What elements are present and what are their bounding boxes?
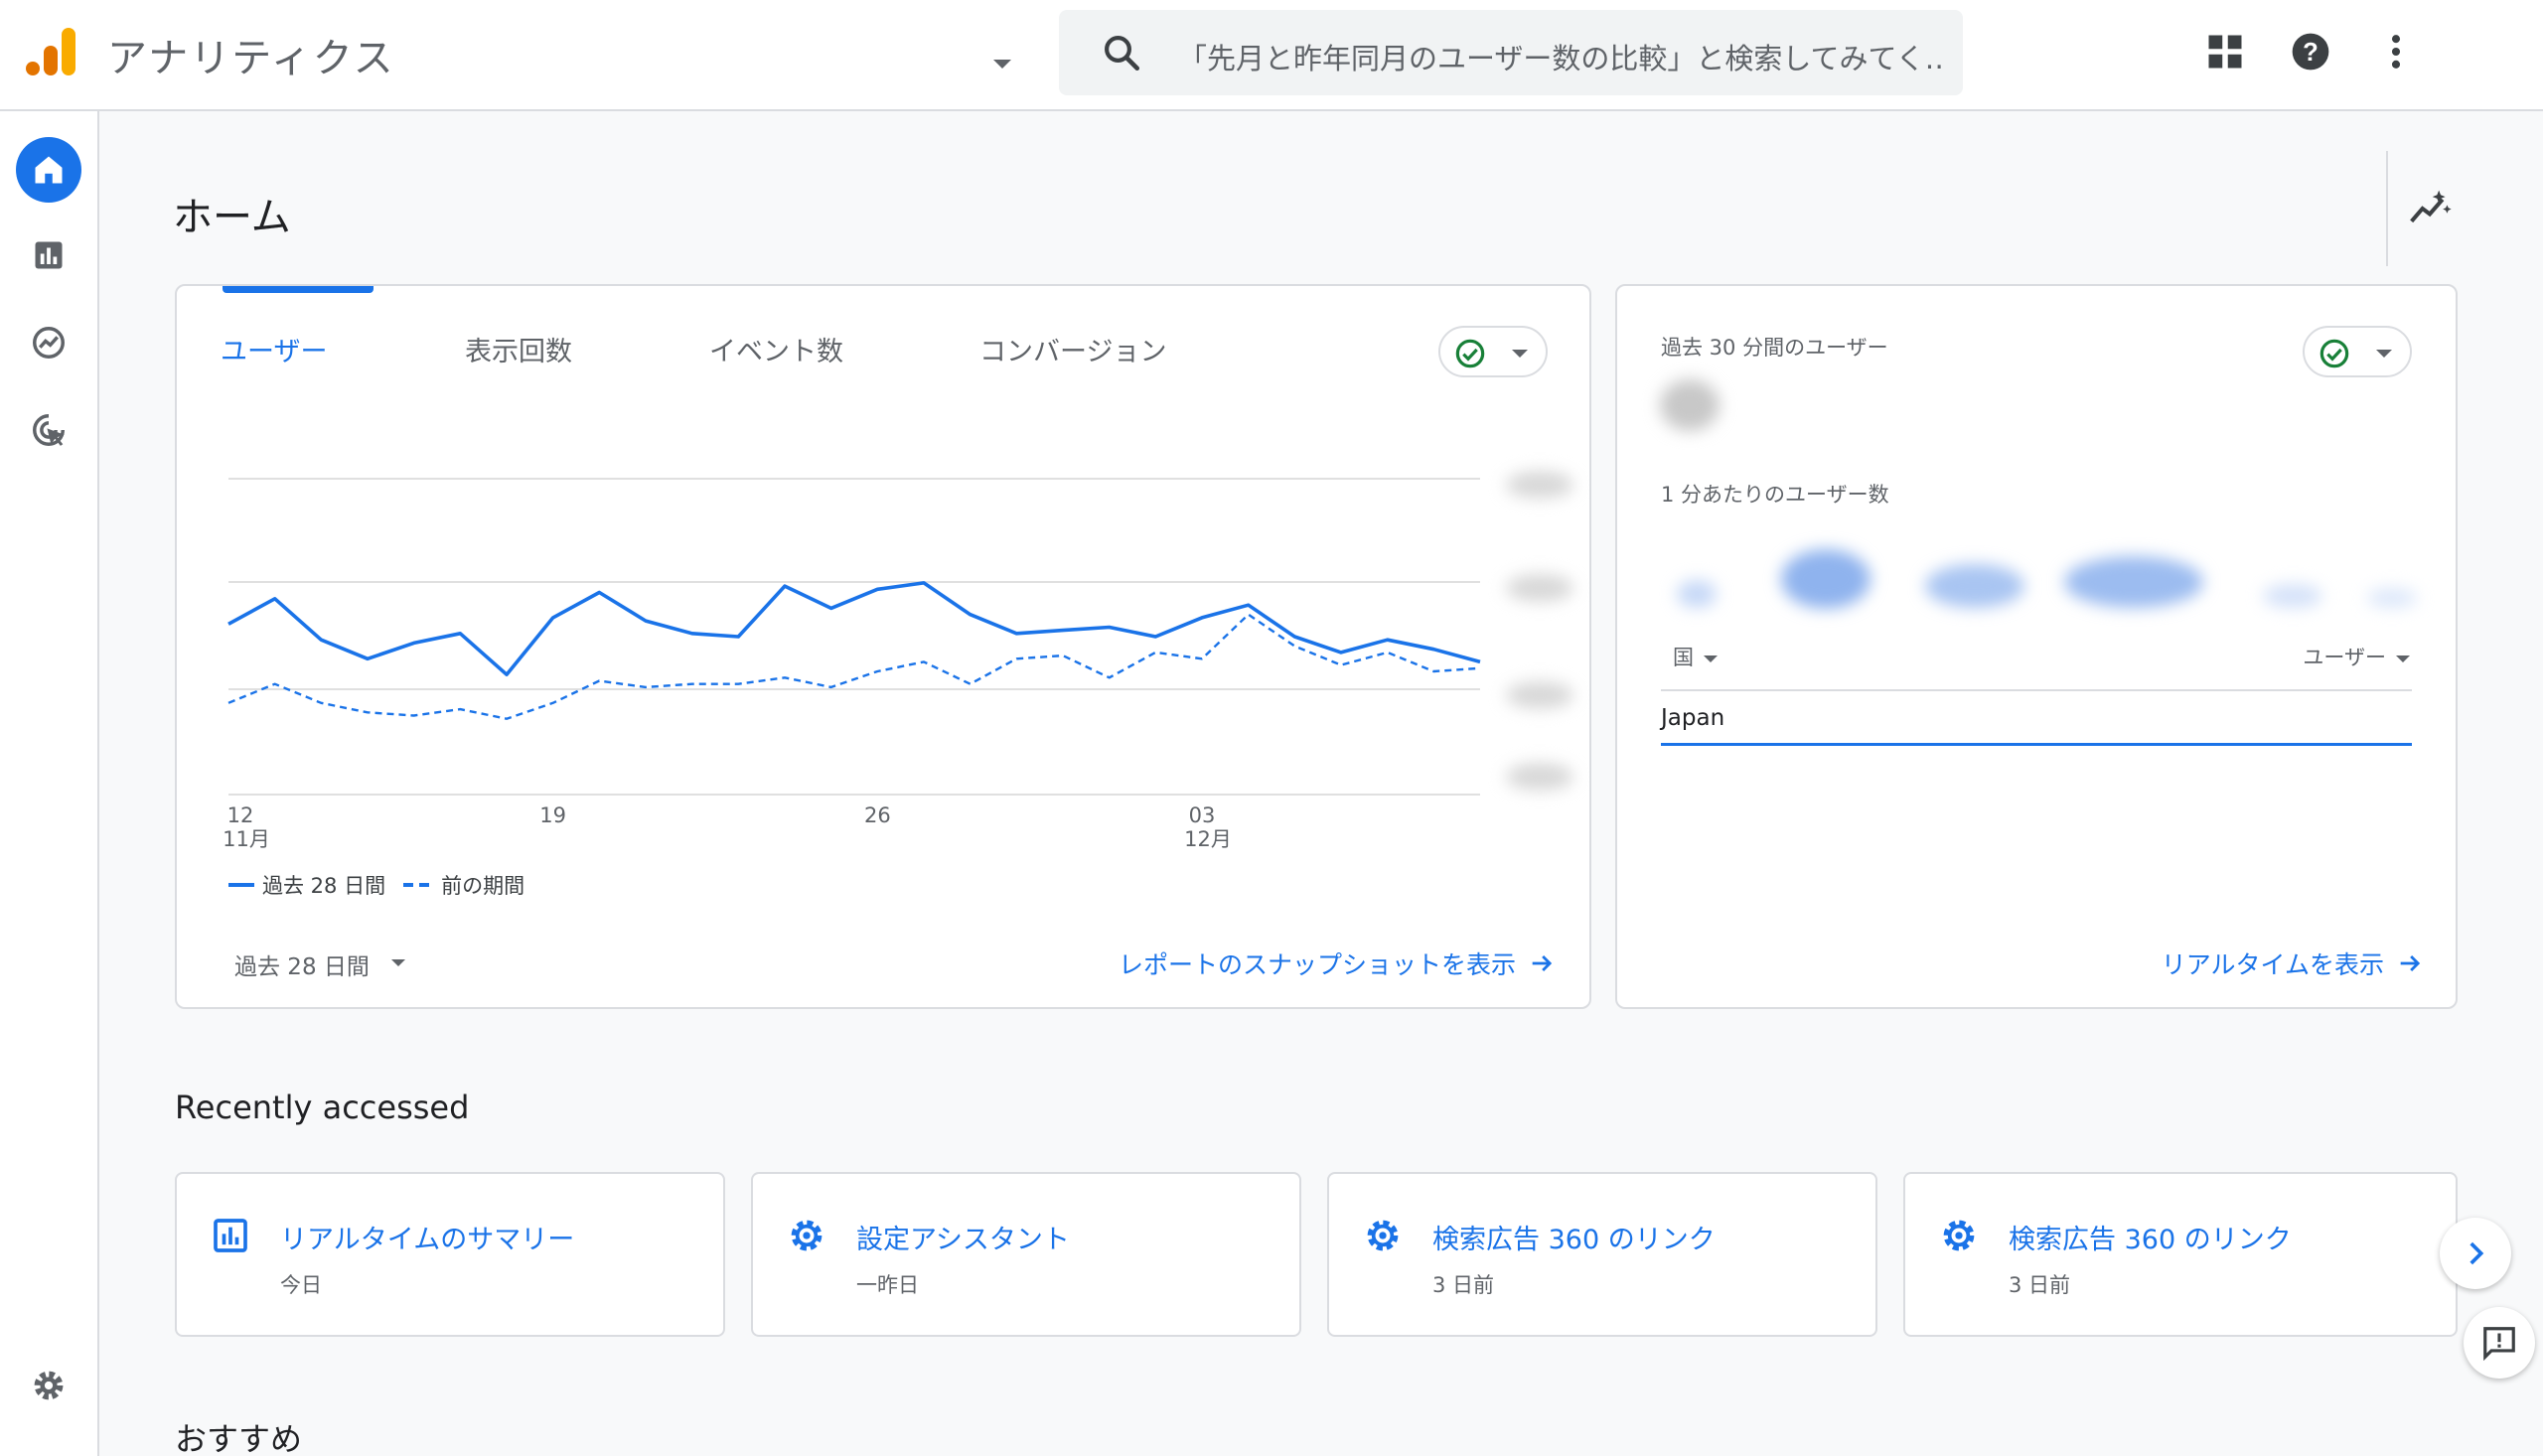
realtime-users-label: 過去 30 分間のユーザー	[1661, 336, 1888, 360]
recent-item-title: 検索広告 360 のリンク	[2009, 1225, 2292, 1255]
y-tick-label-obscured	[1506, 574, 1573, 602]
view-realtime-label: リアルタイムを表示	[2161, 950, 2384, 979]
help-icon[interactable]: ?	[2289, 30, 2332, 73]
x-tick-month-label: 11月	[223, 827, 270, 851]
per-minute-bars-obscured	[1677, 549, 2417, 609]
view-snapshot-link[interactable]: レポートのスナップショットを表示	[1119, 946, 1556, 981]
y-tick-label-obscured	[1506, 681, 1573, 709]
top-bar: アナリティクス 「先月と昨年同月のユーザー数の比較」と検索してみてく… ?	[0, 0, 2543, 111]
view-realtime-link[interactable]: リアルタイムを表示	[2162, 946, 2424, 981]
nav-home[interactable]	[16, 137, 81, 203]
recent-item-sa360-link[interactable]: 検索広告 360 のリンク 3 日前	[1327, 1172, 1877, 1337]
apps-grid-icon[interactable]	[2203, 30, 2247, 73]
analytics-logo[interactable]	[24, 24, 79, 79]
users-column-header[interactable]: ユーザー	[2303, 642, 2410, 671]
realtime-comparison-toggle[interactable]	[2303, 326, 2412, 377]
svg-text:?: ?	[2303, 39, 2319, 67]
recommended-section-title: おすすめ	[175, 1420, 303, 1456]
legend-dashed-swatch	[403, 883, 434, 887]
recent-item-time: 3 日前	[2009, 1273, 2071, 1297]
arrow-right-icon	[1532, 955, 1553, 971]
nav-admin-settings[interactable]	[16, 1353, 81, 1418]
users-column-label: ユーザー	[2303, 646, 2386, 669]
chevron-down-icon	[2376, 350, 2392, 358]
realtime-count-obscured	[1660, 379, 1720, 431]
search-bar[interactable]: 「先月と昨年同月のユーザー数の比較」と検索してみてく…	[1059, 10, 1963, 95]
country-column-label: 国	[1673, 646, 1694, 669]
country-column-header[interactable]: 国	[1673, 642, 1718, 671]
series-line-previous	[227, 613, 1481, 720]
caret-down-icon	[1704, 655, 1718, 662]
nav-advertising[interactable]	[16, 397, 81, 463]
recent-section-title: Recently accessed	[175, 1089, 470, 1126]
chart-legend: 過去 28 日間 前の期間	[228, 870, 524, 900]
page-title: ホーム	[173, 195, 291, 240]
gear-icon	[1943, 1220, 1975, 1251]
arrow-right-icon	[2400, 955, 2421, 971]
y-tick-label-obscured	[1506, 471, 1573, 499]
series-line-current	[227, 581, 1481, 677]
x-tick-label: 19	[539, 803, 566, 827]
x-tick-month-label: 12月	[1184, 827, 1232, 851]
next-carousel-button[interactable]	[2440, 1218, 2511, 1289]
legend-solid-swatch	[228, 883, 254, 887]
legend-previous-label: 前の期間	[441, 874, 525, 898]
users-line-chart: 1211月 19 26 0312月	[223, 471, 1573, 851]
y-tick-label-obscured	[1506, 763, 1573, 791]
feedback-icon	[2483, 1327, 2515, 1362]
x-tick-label: 12	[227, 803, 254, 827]
bar-chart-icon	[35, 241, 63, 269]
legend-current-label: 過去 28 日間	[262, 874, 386, 898]
bar-chart-icon	[214, 1219, 247, 1252]
cursor-target-icon	[33, 414, 65, 446]
row-value-bar	[1661, 743, 2412, 746]
table-row-country: Japan	[1661, 705, 1725, 731]
nav-reports[interactable]	[16, 222, 81, 288]
recent-item-title: 設定アシスタント	[856, 1225, 1070, 1255]
caret-down-icon	[2396, 655, 2410, 662]
per-minute-label: 1 分あたりのユーザー数	[1661, 483, 1889, 507]
gear-icon	[791, 1220, 823, 1251]
header-divider	[2386, 151, 2388, 266]
recent-item-time: 今日	[280, 1273, 322, 1297]
chevron-right-icon	[2469, 1241, 2484, 1265]
recent-item-time: 3 日前	[1432, 1273, 1495, 1297]
explore-icon	[33, 327, 65, 359]
table-divider	[1661, 689, 2412, 691]
feedback-button[interactable]	[2464, 1307, 2535, 1379]
recent-item-sa360-link[interactable]: 検索広告 360 のリンク 3 日前	[1903, 1172, 2458, 1337]
more-vert-icon[interactable]	[2374, 30, 2418, 73]
recent-item-title: リアルタイムのサマリー	[280, 1225, 575, 1255]
left-nav	[0, 111, 99, 1456]
account-selector-caret-icon[interactable]	[993, 60, 1011, 69]
gear-icon	[34, 1371, 64, 1400]
overview-card: ユーザー 表示回数 イベント数 コンバージョン 12 11月 19 26 03 12月 過…	[175, 284, 1591, 1009]
view-snapshot-label: レポートのスナップショットを表示	[1118, 950, 1516, 979]
check-circle-icon	[2319, 339, 2349, 368]
home-icon	[35, 156, 63, 184]
app-title: アナリティクス	[107, 36, 395, 81]
insights-icon[interactable]	[2408, 187, 2452, 230]
recent-item-setup-assistant[interactable]: 設定アシスタント 一昨日	[751, 1172, 1301, 1337]
search-icon	[1105, 36, 1140, 72]
recent-item-time: 一昨日	[856, 1273, 919, 1297]
gear-icon	[1367, 1220, 1399, 1251]
nav-explore[interactable]	[16, 310, 81, 375]
x-tick-label: 03	[1189, 803, 1216, 827]
search-input[interactable]: 「先月と昨年同月のユーザー数の比較」と検索してみてく…	[1178, 36, 1943, 77]
date-range-selector[interactable]: 過去 28 日間	[234, 947, 370, 981]
realtime-card: 過去 30 分間のユーザー 1 分あたりのユーザー数 国 ユーザー Japan …	[1615, 284, 2458, 1009]
recent-item-title: 検索広告 360 のリンク	[1432, 1225, 1716, 1255]
recent-item-realtime-summary[interactable]: リアルタイムのサマリー 今日	[175, 1172, 725, 1337]
date-range-caret-icon[interactable]	[391, 959, 405, 966]
x-tick-label: 26	[864, 803, 891, 827]
